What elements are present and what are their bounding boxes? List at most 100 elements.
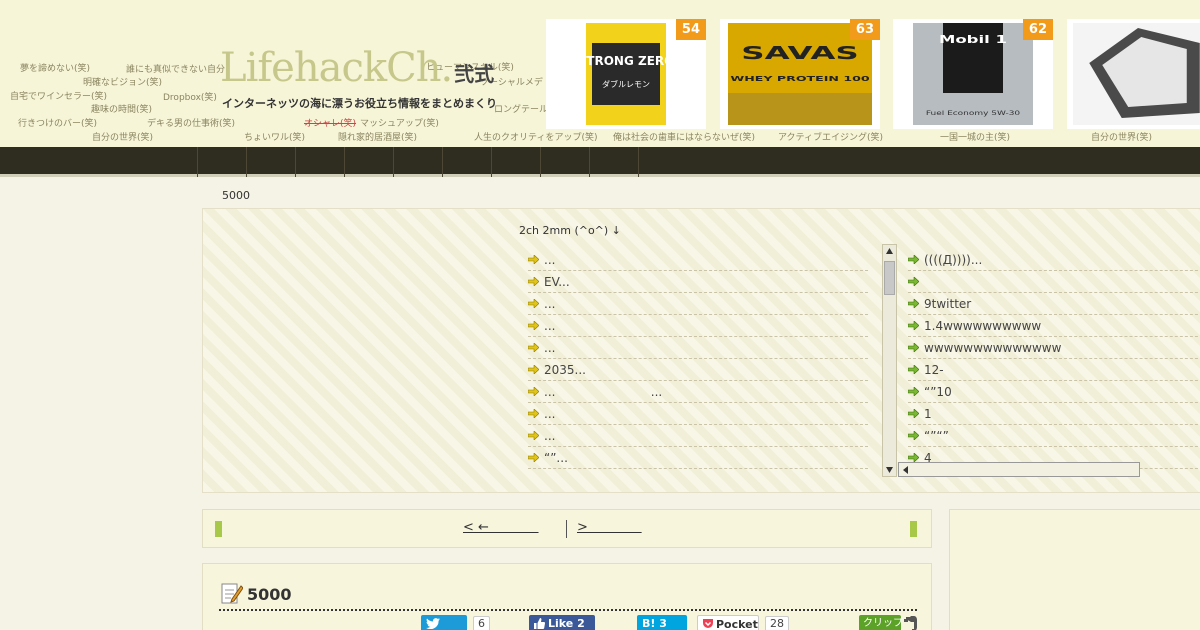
list-item-text: ... — [544, 253, 556, 267]
header-tag[interactable]: ちょいワル(笑) — [244, 130, 305, 143]
list-item-text: “”10 — [924, 385, 952, 399]
list-item[interactable]: EV... — [528, 271, 868, 293]
product-name: STRONG ZERO — [586, 54, 666, 68]
header-tag[interactable]: Dropbox(笑) — [163, 90, 217, 103]
arrow-right-icon — [528, 277, 539, 286]
product-image: Mobil 1 Fuel Economy 5W-30 — [913, 23, 1033, 125]
header-tag[interactable]: 自分の世界(笑) — [1091, 130, 1152, 143]
vertical-scrollbar[interactable] — [882, 244, 897, 477]
nav-separator — [638, 147, 639, 177]
list-item[interactable]: ((((Д))))... — [908, 249, 1200, 271]
list-item-text: ((((Д))))... — [924, 253, 983, 267]
nav-separator — [344, 147, 345, 177]
horizontal-scrollbar[interactable] — [898, 462, 1140, 477]
header-tag[interactable]: 趣味の時間(笑) — [91, 102, 152, 115]
list-item-text: “”... — [544, 451, 568, 465]
arrow-right-icon — [528, 255, 539, 264]
evernote-clip-button[interactable]: クリップ — [859, 615, 903, 630]
product-card[interactable] — [1067, 19, 1200, 129]
list-item[interactable]: 1 — [908, 403, 1200, 425]
sidebar-box — [949, 509, 1200, 630]
nav-separator — [246, 147, 247, 177]
site-logo[interactable]: LifehackCh. 弐式 — [220, 48, 494, 88]
list-item[interactable]: ... — [528, 315, 868, 337]
arrow-right-icon — [528, 431, 539, 440]
list-item-text: wwwwwwwwwwwwww — [924, 341, 1062, 355]
product-name: SAVAS — [741, 43, 858, 64]
header-tag[interactable]: 夢を諦めない(笑) — [20, 61, 90, 74]
header-tag[interactable]: 誰にも真似できない自分 — [126, 62, 225, 75]
header-tag[interactable]: 隠れ家的居酒屋(笑) — [338, 130, 417, 143]
article-title-bar: 5000 — [219, 581, 917, 611]
list-item[interactable]: 12- — [908, 359, 1200, 381]
header-tag[interactable]: 行きつけのバー(笑) — [18, 116, 97, 129]
list-item[interactable]: ... — [528, 293, 868, 315]
arrow-right-icon — [908, 299, 919, 308]
list-item[interactable]: “”... — [528, 447, 868, 469]
scroll-down-icon[interactable] — [885, 466, 894, 474]
list-item[interactable]: ... — [528, 249, 868, 271]
rank-badge: 62 — [1022, 19, 1053, 40]
list-item[interactable]: ... — [528, 337, 868, 359]
list-item[interactable]: ... ... — [528, 381, 868, 403]
list-item[interactable]: wwwwwwwwwwwwww — [908, 337, 1200, 359]
list-item[interactable]: 9twitter — [908, 293, 1200, 315]
hatena-bookmark-button[interactable]: B! 3 — [637, 615, 687, 630]
twitter-icon — [426, 618, 440, 629]
pocket-count: 28 — [765, 616, 789, 630]
evernote-elephant-icon[interactable] — [903, 615, 919, 630]
next-post-link[interactable]: > — [577, 520, 642, 535]
breadcrumb: 5000 — [222, 189, 250, 202]
header-tag[interactable]: 自宅でワインセラー(笑) — [10, 89, 107, 102]
list-item[interactable]: ... — [528, 425, 868, 447]
list-item[interactable]: “”“” — [908, 425, 1200, 447]
list-item-text: EV... — [544, 275, 570, 289]
site-tagline: インターネッツの海に漂うお役立ち情報をまとめまくり — [222, 97, 497, 110]
list-item[interactable]: ... — [528, 403, 868, 425]
rank-badge: 63 — [849, 19, 880, 40]
pager-divider — [566, 520, 567, 538]
header-tag[interactable]: マッシュアップ(笑) — [360, 116, 439, 129]
arrow-right-icon — [528, 365, 539, 374]
list-item[interactable] — [908, 271, 1200, 293]
scrollbar-thumb[interactable] — [884, 261, 895, 295]
feed-list-right: ((((Д))))... 9twitter 1.4wwwwwwwwww wwww… — [908, 249, 1200, 477]
arrow-right-icon — [908, 255, 919, 264]
header-tag[interactable]: 人生のクオリティをアップ(笑) — [474, 130, 597, 143]
header-tag[interactable]: オシャレ(笑) — [304, 116, 356, 129]
feed-panel: 2ch 2mm (^o^) ↓ ... EV... ... ... ... 20… — [202, 208, 1200, 493]
arrow-right-icon — [528, 321, 539, 330]
scroll-left-icon[interactable] — [902, 466, 909, 474]
twitter-count: 6 — [473, 616, 490, 630]
product-card[interactable]: SAVAS WHEY PROTEIN 100 63 — [720, 19, 880, 129]
scroll-up-icon[interactable] — [885, 247, 894, 255]
prev-post-link[interactable]: < ← — [463, 520, 539, 535]
list-item-text: 1.4wwwwwwwwww — [924, 319, 1042, 333]
nav-separator — [295, 147, 296, 177]
pager-accent — [215, 521, 222, 537]
header-tag[interactable]: 一国一城の主(笑) — [940, 130, 1010, 143]
arrow-right-icon — [528, 387, 539, 396]
list-item[interactable]: 1.4wwwwwwwwww — [908, 315, 1200, 337]
arrow-right-icon — [908, 431, 919, 440]
product-card[interactable]: Mobil 1 Fuel Economy 5W-30 62 — [893, 19, 1053, 129]
header-tag[interactable]: デキる男の仕事術(笑) — [147, 116, 235, 129]
hatena-bookmark-label: B! 3 — [642, 617, 667, 630]
header-tag[interactable]: 明確なビジョン(笑) — [83, 75, 162, 88]
header-tag[interactable]: ロングテール — [494, 102, 548, 115]
header-tag[interactable]: 自分の世界(笑) — [92, 130, 153, 143]
site-header: 夢を諦めない(笑) 誰にも真似できない自分 ヒューマンスキル(笑) 明確なビジョ… — [0, 0, 1200, 147]
header-tag[interactable]: アクティブエイジング(笑) — [778, 130, 883, 143]
memo-icon — [221, 583, 243, 604]
list-item-text: ... — [544, 319, 556, 333]
facebook-like-button[interactable]: Like 2 — [529, 615, 595, 630]
list-item[interactable]: “”10 — [908, 381, 1200, 403]
header-tag[interactable]: 俺は社会の歯車にはならないぜ(笑) — [613, 130, 755, 143]
list-item[interactable]: 2035... — [528, 359, 868, 381]
pocket-button[interactable]: Pocket — [697, 615, 759, 630]
arrow-right-icon — [528, 453, 539, 462]
product-card[interactable]: STRONG ZERO ダブルレモン 54 — [546, 19, 706, 129]
arrow-right-icon — [908, 365, 919, 374]
twitter-share-button[interactable] — [421, 615, 467, 630]
list-item-text: ... — [544, 429, 556, 443]
